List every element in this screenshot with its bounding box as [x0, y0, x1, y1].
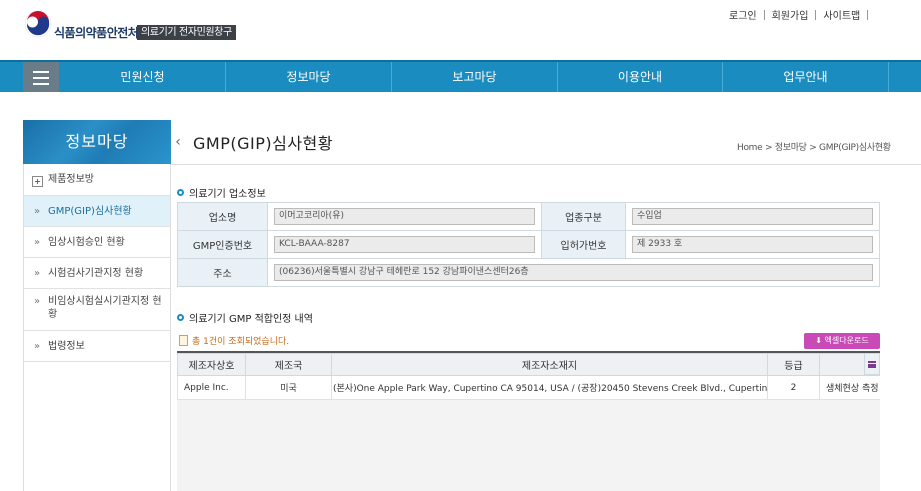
chevron-left-icon[interactable]: ‹ — [171, 120, 185, 164]
column-header[interactable]: 등급 — [767, 353, 820, 376]
address-cell: (본사)One Apple Park Way, Cupertino CA 950… — [331, 375, 768, 400]
breadcrumb: Home > 정보마당 > GMP(GIP)심사현황 — [737, 143, 891, 153]
company-name-field: 이머고코리아(유) — [274, 208, 535, 225]
result-count: 총 1건이 조회되었습니다. — [179, 334, 289, 347]
nav-item-guide[interactable]: 이용안내 — [558, 62, 723, 92]
bullet-icon — [177, 189, 184, 196]
login-link[interactable]: 로그인 — [729, 7, 757, 22]
signup-link[interactable]: 회원가입 — [772, 7, 809, 22]
sidebar-item-test-labs[interactable]: » 시험검사기관지정 현황 — [24, 258, 170, 289]
manufacturer-cell: Apple Inc. — [177, 375, 246, 400]
sidebar-item-gmp-status[interactable]: » GMP(GIP)심사현황 — [24, 196, 170, 227]
portal-badge[interactable]: 의료기기 전자민원창구 — [137, 25, 236, 40]
utility-links: 로그인 회원가입 사이트맵 — [729, 7, 875, 22]
section-title: 의료기기 GMP 적합인정 내역 — [189, 314, 313, 325]
sidebar-item-label: 제품정보방 — [48, 174, 94, 185]
product-cell: 생체현상 측정 — [819, 375, 880, 400]
org-name[interactable]: 식품의약품안전처 — [54, 24, 139, 41]
address-field: (06236)서울특별시 강남구 테헤란로 152 강남파이낸스센터26층 — [274, 264, 873, 281]
nav-item-business[interactable]: 업무안내 — [723, 62, 889, 92]
sidebar-item-label: 법령정보 — [48, 341, 85, 352]
government-logo-icon[interactable] — [24, 10, 52, 38]
document-icon — [179, 335, 188, 346]
chevron-right-icon: » — [34, 206, 41, 217]
business-type-label: 업종구분 — [541, 202, 626, 231]
sidebar-title: 정보마당 — [23, 120, 171, 164]
excel-download-button[interactable]: ⬇ 엑셀다운로드 — [804, 333, 880, 349]
download-icon: ⬇ — [815, 336, 825, 345]
divider — [815, 9, 817, 20]
divider — [867, 9, 869, 20]
column-header[interactable]: 제조국 — [245, 353, 332, 376]
company-name-label: 업소명 — [177, 202, 268, 231]
sidebar-item-label: 임상시험승인 현황 — [48, 237, 125, 248]
sidebar-item-nonclinical-labs[interactable]: » 비임상시험실시기관지정 현황 — [24, 289, 170, 331]
sidebar: 제품정보방 » GMP(GIP)심사현황 » 임상시험승인 현황 » 시험검사기… — [23, 164, 171, 491]
nav-item-apply[interactable]: 민원신청 — [60, 62, 226, 92]
page-title: GMP(GIP)심사현황 — [193, 134, 333, 153]
column-menu-icon[interactable] — [864, 353, 880, 375]
column-header[interactable]: 제조자소재지 — [331, 353, 768, 376]
main-nav: 민원신청 정보마당 보고마당 이용안내 업무안내 — [0, 60, 921, 94]
business-type-cell: 수입업 — [625, 202, 880, 231]
gmp-result-table[interactable]: 제조자상호 제조국 제조자소재지 등급 품목 Apple Inc. 미국 (본사… — [177, 351, 880, 491]
company-info-table: 업소명 이머고코리아(유) 업종구분 수입업 GMP인증번호 KCL-BAAA-… — [177, 202, 880, 287]
address-cell: (06236)서울특별시 강남구 테헤란로 152 강남파이낸스센터26층 — [267, 258, 880, 287]
sidebar-item-label: 시험검사기관지정 현황 — [48, 268, 144, 279]
table-row[interactable]: Apple Inc. 미국 (본사)One Apple Park Way, Cu… — [177, 375, 880, 400]
sidebar-item-clinical-trials[interactable]: » 임상시험승인 현황 — [24, 227, 170, 258]
hamburger-icon-bar — [33, 83, 49, 85]
chevron-right-icon: » — [34, 341, 41, 352]
license-number-cell: 제 2933 호 — [625, 230, 880, 259]
business-type-field: 수입업 — [632, 208, 873, 225]
hamburger-icon — [33, 71, 49, 73]
excel-download-label: 엑셀다운로드 — [824, 336, 869, 345]
gmp-list-heading: 의료기기 GMP 적합인정 내역 — [177, 310, 313, 325]
sitemap-link[interactable]: 사이트맵 — [823, 7, 860, 22]
chevron-right-icon: » — [34, 268, 41, 279]
grade-cell: 2 — [767, 375, 820, 400]
plus-icon — [32, 176, 43, 187]
chevron-right-icon: » — [34, 296, 41, 307]
hamburger-icon-bar — [33, 77, 49, 79]
nav-item-report[interactable]: 보고마당 — [392, 62, 558, 92]
table-header-row: 제조자상호 제조국 제조자소재지 등급 품목 — [177, 353, 880, 376]
license-number-field: 제 2933 호 — [632, 236, 873, 253]
sidebar-item-product-info[interactable]: 제품정보방 — [24, 164, 170, 196]
nav-spacer — [0, 92, 921, 120]
license-number-label: 입허가번호 — [541, 230, 626, 259]
gmp-number-label: GMP인증번호 — [177, 230, 268, 259]
bullet-icon — [177, 314, 184, 321]
column-menu-glyph — [868, 360, 876, 368]
company-info-heading: 의료기기 업소정보 — [177, 185, 266, 200]
sidebar-item-label: GMP(GIP)심사현황 — [48, 206, 132, 217]
sidebar-item-laws[interactable]: » 법령정보 — [24, 331, 170, 362]
chevron-right-icon: » — [34, 237, 41, 248]
country-cell: 미국 — [245, 375, 332, 400]
address-label: 주소 — [177, 258, 268, 287]
gmp-number-cell: KCL-BAAA-8287 — [267, 230, 542, 259]
nav-item-info[interactable]: 정보마당 — [226, 62, 392, 92]
site-header: 식품의약품안전처 의료기기 전자민원창구 로그인 회원가입 사이트맵 — [0, 0, 921, 60]
divider — [171, 164, 921, 165]
divider — [763, 9, 765, 20]
section-title: 의료기기 업소정보 — [189, 189, 266, 200]
menu-button[interactable] — [23, 62, 59, 94]
company-name-cell: 이머고코리아(유) — [267, 202, 542, 231]
sidebar-item-label: 비임상시험실시기관지정 현황 — [48, 296, 162, 320]
column-header[interactable]: 제조자상호 — [177, 353, 246, 376]
result-count-text: 총 1건이 조회되었습니다. — [192, 337, 290, 347]
gmp-number-field: KCL-BAAA-8287 — [274, 236, 535, 253]
